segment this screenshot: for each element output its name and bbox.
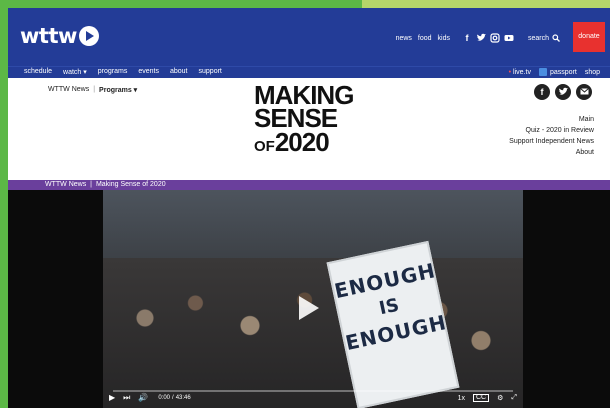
- nav-watch[interactable]: watch ▾: [63, 68, 87, 76]
- progress-bar[interactable]: [113, 390, 513, 392]
- making-sense-logo[interactable]: MAKING SENSE OF2020: [254, 82, 384, 155]
- instagram-icon[interactable]: [490, 33, 500, 43]
- title-year: 2020: [274, 126, 330, 157]
- menu-support[interactable]: Support Independent News: [509, 136, 594, 147]
- crumb-separator: |: [93, 86, 96, 93]
- share-facebook-icon[interactable]: f: [534, 84, 550, 100]
- subnav-right: • live.tv passport shop: [501, 68, 600, 76]
- title-of: OF: [254, 137, 275, 155]
- sub-navigation: schedule watch ▾ programs events about s…: [8, 66, 610, 78]
- video-section: ENOUGH IS ENOUGH ▶ ⏭ 🔊 0:00 / 43:46 1x C…: [8, 190, 610, 408]
- menu-about[interactable]: About: [509, 147, 594, 158]
- video-player[interactable]: ENOUGH IS ENOUGH ▶ ⏭ 🔊 0:00 / 43:46 1x C…: [103, 190, 523, 408]
- programs-dropdown[interactable]: Programs ▾: [99, 86, 137, 94]
- youtube-icon[interactable]: [504, 33, 514, 43]
- share-twitter-icon[interactable]: [555, 84, 571, 100]
- crumb-wttw-news[interactable]: WTTW News: [48, 86, 89, 94]
- section-breadcrumb: WTTW News | Making Sense of 2020: [8, 180, 610, 190]
- controls-right: 1x CC ⚙ ⤢: [450, 394, 517, 402]
- subnav-links: schedule watch ▾ programs events about s…: [24, 68, 233, 76]
- frame-accent: [362, 0, 610, 8]
- shop-link[interactable]: shop: [585, 69, 600, 76]
- play-button[interactable]: [289, 290, 325, 326]
- time-total: 43:46: [175, 395, 191, 401]
- passport-link[interactable]: passport: [538, 68, 577, 76]
- live-tv-label: live.tv: [513, 68, 531, 76]
- time-current: 0:00: [158, 395, 171, 401]
- donate-button[interactable]: donate: [573, 22, 605, 52]
- control-play-icon[interactable]: ▶: [109, 393, 115, 403]
- program-header: WTTW News | Programs ▾ MAKING SENSE OF20…: [8, 78, 610, 180]
- passport-label: passport: [549, 68, 577, 76]
- protest-crowd-image: [103, 258, 523, 408]
- passport-icon: [538, 68, 547, 76]
- speed-button[interactable]: 1x: [458, 395, 465, 402]
- program-menu: Main Quiz - 2020 in Review Support Indep…: [509, 114, 594, 158]
- settings-gear-icon[interactable]: ⚙: [497, 394, 503, 402]
- site: wttw news food kids f search donate sche…: [8, 8, 610, 408]
- header-right: news food kids f search: [390, 33, 560, 43]
- live-dot-icon: •: [508, 68, 512, 76]
- nav-programs[interactable]: programs: [98, 68, 128, 76]
- captions-button[interactable]: CC: [472, 394, 490, 402]
- link-food[interactable]: food: [418, 35, 432, 42]
- video-controls: ▶ ⏭ 🔊 0:00 / 43:46 1x CC ⚙ ⤢: [103, 388, 523, 408]
- link-news[interactable]: news: [396, 35, 412, 42]
- link-kids[interactable]: kids: [438, 35, 450, 42]
- logo-play-icon: [78, 26, 99, 46]
- share-buttons: f: [529, 84, 592, 100]
- menu-main[interactable]: Main: [509, 114, 594, 125]
- time-separator: /: [172, 395, 174, 401]
- nav-schedule[interactable]: schedule: [24, 68, 52, 76]
- volume-icon[interactable]: 🔊: [138, 393, 148, 403]
- logo-text: wttw: [20, 24, 77, 48]
- skip-forward-icon[interactable]: ⏭: [123, 393, 130, 403]
- site-header: wttw news food kids f search donate: [8, 8, 610, 66]
- title-line-3: OF2020: [254, 129, 384, 155]
- wttw-logo[interactable]: wttw: [20, 24, 99, 48]
- share-email-icon[interactable]: [576, 84, 592, 100]
- frame-left: [0, 8, 8, 408]
- breadcrumb-separator: |: [90, 181, 92, 188]
- search-label: search: [527, 34, 549, 42]
- nav-support[interactable]: support: [199, 68, 222, 76]
- breadcrumb-current: Making Sense of 2020: [95, 181, 166, 188]
- breadcrumb-parent[interactable]: WTTW News: [45, 181, 86, 188]
- social-links: f: [458, 33, 514, 43]
- nav-events[interactable]: events: [138, 68, 159, 76]
- menu-quiz[interactable]: Quiz - 2020 in Review: [509, 125, 594, 136]
- facebook-icon[interactable]: f: [462, 33, 472, 43]
- search-button[interactable]: search: [528, 34, 560, 42]
- fullscreen-icon[interactable]: ⤢: [511, 394, 517, 402]
- live-tv-link[interactable]: • live.tv: [509, 69, 531, 76]
- play-icon: [299, 296, 319, 320]
- program-breadcrumb: WTTW News | Programs ▾: [48, 86, 137, 94]
- nav-about[interactable]: about: [170, 68, 188, 76]
- twitter-icon[interactable]: [476, 33, 486, 43]
- search-icon: [552, 34, 560, 42]
